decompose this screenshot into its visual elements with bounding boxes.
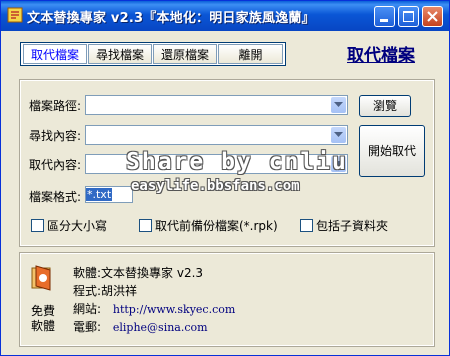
format-label: 檔案格式:: [29, 190, 82, 204]
software-row: 軟體:文本替換專家 v2.3: [73, 264, 203, 281]
website-row: 網站: http://www.skyec.com: [73, 300, 235, 317]
programmer-row: 程式:胡洪祥: [73, 282, 137, 299]
subfolders-checkbox[interactable]: [300, 219, 313, 232]
section-heading: 取代檔案: [347, 46, 415, 66]
path-combobox[interactable]: [85, 95, 348, 115]
minimize-button[interactable]: [374, 6, 395, 27]
format-input[interactable]: *.txt: [85, 186, 133, 203]
find-combobox[interactable]: [85, 125, 348, 145]
website-link[interactable]: http://www.skyec.com: [113, 303, 235, 316]
maximize-button[interactable]: [398, 6, 419, 27]
app-icon: [7, 7, 23, 23]
email-link[interactable]: eliphe@sina.com: [113, 321, 208, 334]
browse-button[interactable]: 瀏覽: [359, 95, 411, 117]
programmer-label: 程式:: [73, 284, 102, 298]
about-panel: 免費 軟體 軟體:文本替換專家 v2.3 程式:胡洪祥 網站: http://w…: [19, 252, 435, 347]
title-bar[interactable]: 文本替換專家 v2.3『本地化：明日家族風逸蘭』: [1, 1, 449, 31]
email-row: 電郵: eliphe@sina.com: [73, 318, 208, 335]
tab-exit[interactable]: 離開: [218, 44, 283, 64]
email-label: 電郵:: [73, 320, 102, 334]
backup-checkbox[interactable]: [139, 219, 152, 232]
case-sensitive-checkbox[interactable]: [31, 219, 44, 232]
tab-restore-files[interactable]: 還原檔案: [153, 44, 217, 64]
tab-find-files[interactable]: 尋找檔案: [88, 44, 152, 64]
close-button[interactable]: [422, 6, 443, 27]
case-sensitive-label: 區分大小寫: [47, 219, 108, 233]
replace-label: 取代內容:: [29, 158, 82, 172]
app-window: 文本替換專家 v2.3『本地化：明日家族風逸蘭』 取代檔案 尋找檔案 還原檔案 …: [0, 0, 450, 356]
subfolders-label: 包括子資料夾: [316, 219, 389, 233]
watermark-text: Share by cnliu: [126, 149, 348, 175]
format-value: *.txt: [86, 188, 113, 201]
window-title: 文本替換專家 v2.3『本地化：明日家族風逸蘭』: [27, 11, 315, 26]
free-software-icon: [30, 262, 56, 292]
software-value: 文本替換專家 v2.3: [101, 266, 204, 280]
chevron-down-icon[interactable]: [331, 97, 346, 113]
free-label-2: 軟體: [31, 319, 56, 333]
path-label: 檔案路徑:: [29, 99, 82, 113]
software-label: 軟體:: [73, 266, 102, 280]
mode-toolbar: 取代檔案 尋找檔案 還原檔案 離開: [20, 42, 286, 66]
tab-replace-files[interactable]: 取代檔案: [23, 44, 87, 64]
backup-label: 取代前備份檔案(*.rpk): [155, 219, 278, 233]
find-label: 尋找內容:: [29, 129, 82, 143]
website-label: 網站:: [73, 302, 102, 316]
chevron-down-icon[interactable]: [331, 127, 346, 143]
watermark-url: easylife.bbsfans.com: [131, 178, 300, 194]
programmer-value: 胡洪祥: [101, 284, 138, 298]
start-replace-button[interactable]: 開始取代: [359, 125, 425, 177]
